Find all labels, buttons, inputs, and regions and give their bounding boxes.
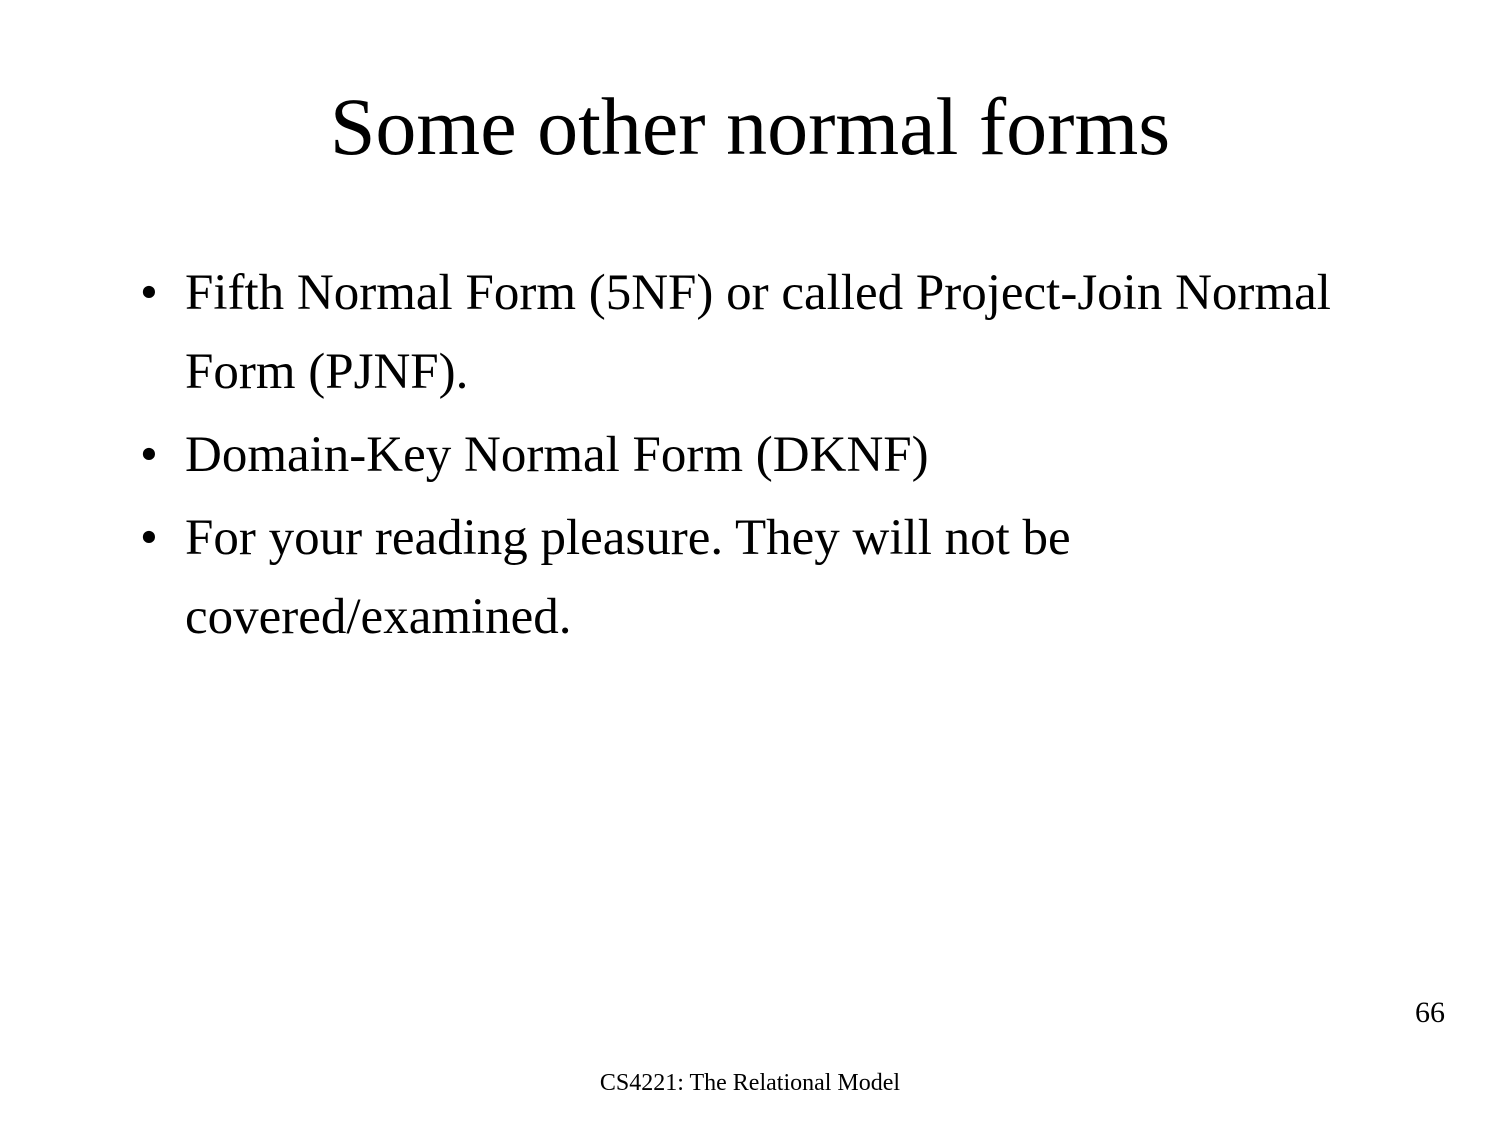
bullet-item: Domain-Key Normal Form (DKNF)	[140, 416, 1410, 495]
slide-title: Some other normal forms	[90, 80, 1410, 174]
slide-footer: CS4221: The Relational Model	[0, 1070, 1500, 1097]
bullet-item: Fifth Normal Form (5NF) or called Projec…	[140, 254, 1410, 412]
slide-container: Some other normal forms Fifth Normal For…	[0, 0, 1500, 1125]
page-number: 66	[1415, 996, 1445, 1030]
bullet-list: Fifth Normal Form (5NF) or called Projec…	[90, 254, 1410, 657]
bullet-item: For your reading pleasure. They will not…	[140, 499, 1410, 657]
